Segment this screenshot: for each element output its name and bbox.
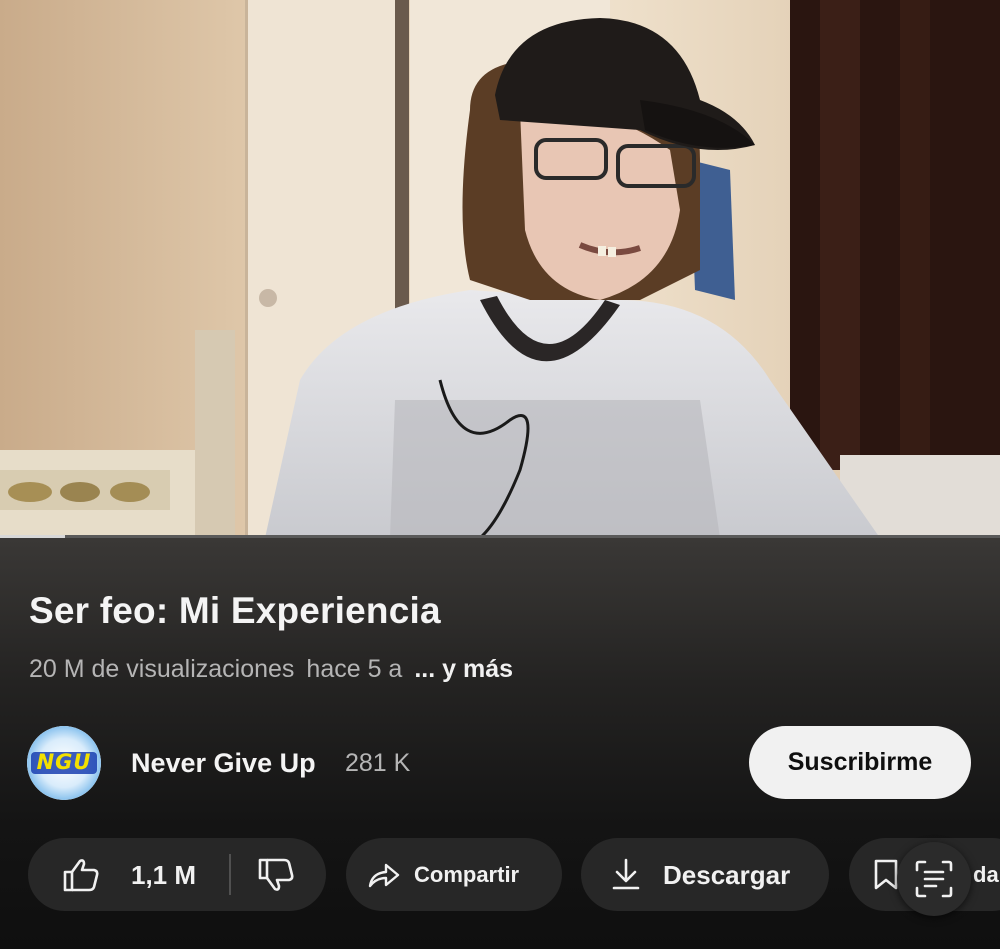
thumbs-up-icon [62,858,100,897]
avatar-text: NGU [36,750,92,774]
share-label: Compartir [414,862,520,887]
video-meta[interactable]: 20 M de visualizaciones hace 5 a ... y más [29,655,513,684]
video-player[interactable] [0,0,1000,538]
video-title: Ser feo: Mi Experiencia [29,590,441,631]
share-button[interactable]: Compartir [346,838,562,911]
channel-avatar[interactable]: NGU [27,726,101,800]
like-divider [229,854,231,895]
upload-age: hace 5 a [306,655,403,683]
channel-row[interactable]: NGU Never Give Up 281 K Suscribirme [27,724,973,802]
dislike-button[interactable] [232,838,326,911]
like-dislike-pill: 1,1 M [28,838,326,911]
thumbs-down-icon [257,858,295,897]
like-count: 1,1 M [131,860,197,890]
view-count: 20 M de visualizaciones [29,655,295,683]
download-icon [611,858,641,895]
more-link[interactable]: ... y más [414,655,513,683]
subscribe-button[interactable]: Suscribirme [749,726,971,799]
transcript-scan-button[interactable] [897,842,971,916]
download-button[interactable]: Descargar [581,838,829,911]
bookmark-icon [873,859,899,896]
subscriber-count: 281 K [345,749,411,777]
download-label: Descargar [663,860,791,890]
save-label: da [973,862,999,887]
like-button[interactable]: 1,1 M [28,838,228,911]
share-arrow-icon [368,862,400,893]
channel-name[interactable]: Never Give Up [131,748,316,779]
text-scan-icon [914,859,954,904]
video-frame [0,0,1000,538]
